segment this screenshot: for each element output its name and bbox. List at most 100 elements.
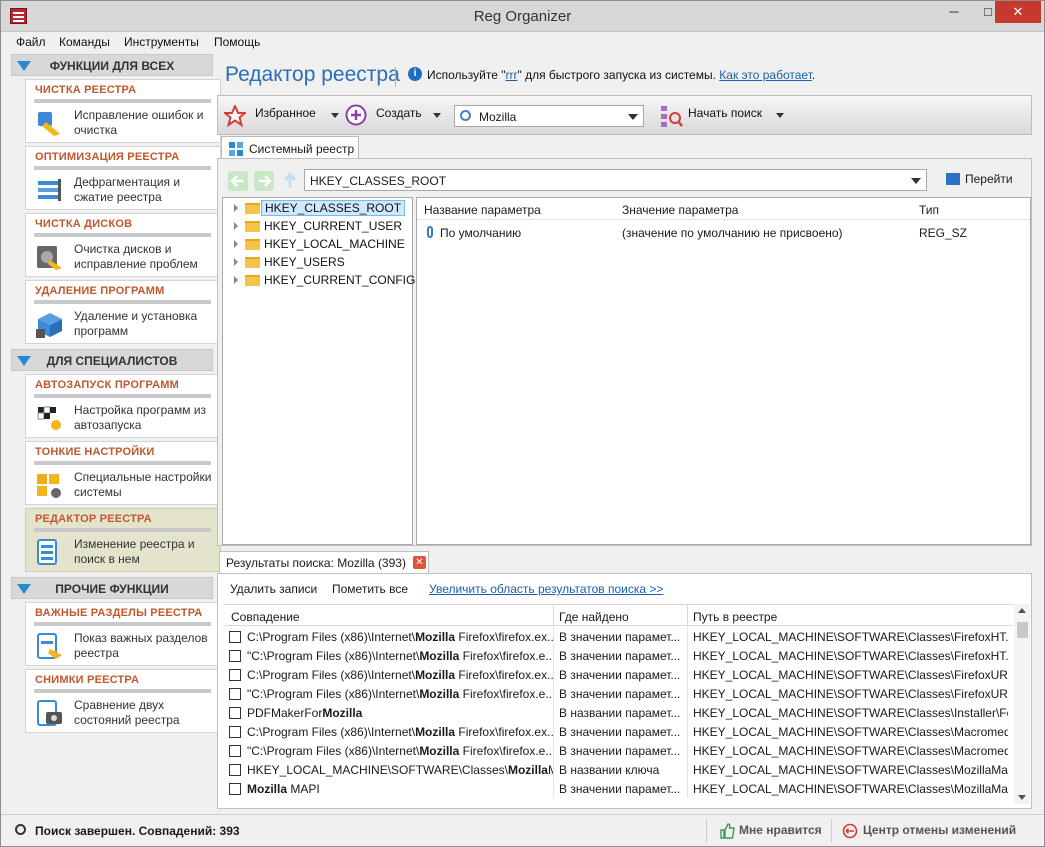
go-button[interactable]: Перейти [946, 172, 1013, 186]
scroll-down-icon[interactable] [1018, 795, 1026, 800]
tab-label: Системный реестр [249, 142, 355, 156]
table-row[interactable]: "C:\Program Files (x86)\Internet\Mozilla… [223, 684, 1013, 703]
table-row[interactable]: HKEY_LOCAL_MACHINE\SOFTWARE\Classes\Mozi… [223, 760, 1013, 779]
row-checkbox[interactable] [229, 631, 241, 643]
table-row[interactable]: PDFMakerForMozilla В названии парамет... H… [223, 703, 1013, 722]
sidebar-item-snapshots[interactable]: СНИМКИ РЕЕСТРА Сравнение двух состояний … [25, 669, 221, 733]
card-description: Дефрагментация и сжатие реестра [74, 175, 181, 204]
sidebar-item-registry-optimization[interactable]: ОПТИМИЗАЦИЯ РЕЕСТРА Дефрагментация и сжа… [25, 146, 221, 210]
mark-all-button[interactable]: Пометить все [332, 582, 408, 596]
where-cell: В значении парамет... [559, 687, 681, 701]
paperclip-icon [427, 226, 433, 238]
row-checkbox[interactable] [229, 688, 241, 700]
close-tab-icon[interactable]: ✕ [413, 556, 426, 569]
create-dropdown-icon[interactable] [433, 113, 441, 118]
path-cell: HKEY_LOCAL_MACHINE\SOFTWARE\Classes\Fire… [693, 668, 1008, 682]
column-divider[interactable] [553, 605, 554, 626]
minimize-button[interactable]: ─ [937, 1, 971, 23]
column-divider [687, 779, 688, 798]
sidebar-item-registry-cleanup[interactable]: ЧИСТКА РЕЕСТРА Исправление ошибок и очис… [25, 79, 221, 143]
column-header-name[interactable]: Название параметра [424, 203, 541, 217]
status-bar: Поиск завершен. Совпадений: 393 Мне нрав… [1, 814, 1044, 846]
search-dropdown-icon[interactable] [776, 113, 784, 118]
values-list[interactable]: Название параметра Значение параметра Ти… [416, 197, 1031, 545]
address-value: HKEY_CLASSES_ROOT [310, 174, 447, 188]
search-input[interactable]: Mozilla [454, 105, 644, 127]
column-header-path[interactable]: Путь в реестре [693, 610, 777, 624]
row-checkbox[interactable] [229, 669, 241, 681]
section-header-other[interactable]: ПРОЧИЕ ФУНКЦИИ [11, 577, 213, 599]
column-header-where[interactable]: Где найдено [559, 610, 629, 624]
menu-help[interactable]: Помощь [214, 35, 260, 49]
column-header-value[interactable]: Значение параметра [622, 203, 738, 217]
row-checkbox[interactable] [229, 745, 241, 757]
like-button[interactable]: Мне нравится [739, 823, 822, 837]
section-header-all[interactable]: ФУНКЦИИ ДЛЯ ВСЕХ [11, 54, 213, 76]
tab-system-registry[interactable]: Системный реестр [221, 136, 359, 159]
vertical-scrollbar[interactable] [1014, 604, 1030, 804]
table-row[interactable]: Mozilla MAPI В значении парамет... HKEY_LO… [223, 779, 1013, 798]
column-divider [553, 760, 554, 779]
folder-icon [245, 221, 260, 232]
forward-arrow-icon[interactable] [254, 171, 274, 191]
scroll-up-icon[interactable] [1018, 608, 1026, 613]
sidebar-item-autorun[interactable]: АВТОЗАПУСК ПРОГРАММ Настройка программ и… [25, 374, 221, 438]
enlarge-results-link[interactable]: Увеличить область результатов поиска >> [429, 582, 663, 596]
match-highlight: Mozilla [322, 706, 363, 720]
hint-command[interactable]: rrr [506, 68, 518, 82]
sidebar-item-uninstall[interactable]: УДАЛЕНИЕ ПРОГРАММ Удаление и установка п… [25, 280, 221, 344]
back-arrow-icon[interactable] [228, 171, 248, 191]
create-button[interactable]: Создать [376, 106, 422, 120]
tab-search-results[interactable]: Результаты поиска: Mozilla (393) ✕ [219, 551, 429, 573]
scrollbar-thumb[interactable] [1017, 622, 1028, 638]
table-row[interactable]: C:\Program Files (x86)\Internet\Mozilla … [223, 627, 1013, 646]
row-checkbox[interactable] [229, 707, 241, 719]
expand-arrow-icon[interactable] [234, 222, 238, 230]
up-arrow-icon[interactable] [280, 171, 300, 191]
sidebar-item-tweaks[interactable]: ТОНКИЕ НАСТРОЙКИ Специальные настройки с… [25, 441, 221, 505]
chevron-down-icon[interactable] [911, 178, 921, 184]
menu-tools[interactable]: Инструменты [124, 35, 199, 49]
sidebar-item-registry-editor[interactable]: РЕДАКТОР РЕЕСТРА Изменение реестра и пои… [25, 508, 221, 572]
close-button[interactable]: ✕ [995, 1, 1041, 23]
column-divider[interactable] [687, 605, 688, 626]
column-header-match[interactable]: Совпадение [231, 610, 300, 624]
delete-records-button[interactable]: Удалить записи [230, 582, 317, 596]
section-header-specialists[interactable]: ДЛЯ СПЕЦИАЛИСТОВ [11, 349, 213, 371]
favorites-button[interactable]: Избранное [255, 106, 316, 120]
expand-arrow-icon[interactable] [234, 258, 238, 266]
expand-arrow-icon[interactable] [234, 240, 238, 248]
how-it-works-link[interactable]: Как это работает [719, 68, 812, 82]
chevron-down-icon[interactable] [628, 114, 638, 120]
favorites-dropdown-icon[interactable] [331, 113, 339, 118]
match-text: HKEY_LOCAL_MACHINE\SOFTWARE\Classes\ [247, 763, 508, 777]
registry-tree[interactable]: HKEY_CLASSES_ROOT HKEY_CURRENT_USER HKEY… [222, 197, 415, 545]
table-row[interactable]: C:\Program Files (x86)\Internet\Mozilla … [223, 665, 1013, 684]
table-row[interactable]: "C:\Program Files (x86)\Internet\Mozilla… [223, 741, 1013, 760]
row-checkbox[interactable] [229, 783, 241, 795]
row-checkbox[interactable] [229, 650, 241, 662]
tree-node-label: HKEY_CLASSES_ROOT [261, 200, 406, 216]
expand-arrow-icon[interactable] [234, 276, 238, 284]
compress-icon [38, 179, 61, 201]
card-description: Очистка дисков и исправление проблем [74, 242, 198, 271]
card-title: ВАЖНЫЕ РАЗДЕЛЫ РЕЕСТРА [35, 607, 203, 619]
menu-bar: Файл Команды Инструменты Помощь [1, 33, 1044, 52]
match-text: Firefox\firefox.e... [459, 744, 553, 758]
sidebar-item-disk-cleanup[interactable]: ЧИСТКА ДИСКОВ Очистка дисков и исправлен… [25, 213, 221, 277]
menu-commands[interactable]: Команды [59, 35, 110, 49]
expand-arrow-icon[interactable] [234, 204, 238, 212]
title-bar[interactable]: Reg Organizer ─ □ ✕ [1, 1, 1044, 32]
row-checkbox[interactable] [229, 726, 241, 738]
undo-center-button[interactable]: Центр отмены изменений [863, 823, 1016, 837]
path-cell: HKEY_LOCAL_MACHINE\SOFTWARE\Classes\Mozi… [693, 782, 1008, 796]
row-checkbox[interactable] [229, 764, 241, 776]
sidebar-item-important-keys[interactable]: ВАЖНЫЕ РАЗДЕЛЫ РЕЕСТРА Показ важных разд… [25, 602, 221, 666]
disk-icon [37, 246, 62, 270]
table-row[interactable]: "C:\Program Files (x86)\Internet\Mozilla… [223, 646, 1013, 665]
start-search-button[interactable]: Начать поиск [688, 106, 762, 120]
column-header-type[interactable]: Тип [919, 203, 939, 217]
address-field[interactable]: HKEY_CLASSES_ROOT [304, 169, 927, 191]
table-row[interactable]: C:\Program Files (x86)\Internet\Mozilla … [223, 722, 1013, 741]
menu-file[interactable]: Файл [16, 35, 46, 49]
